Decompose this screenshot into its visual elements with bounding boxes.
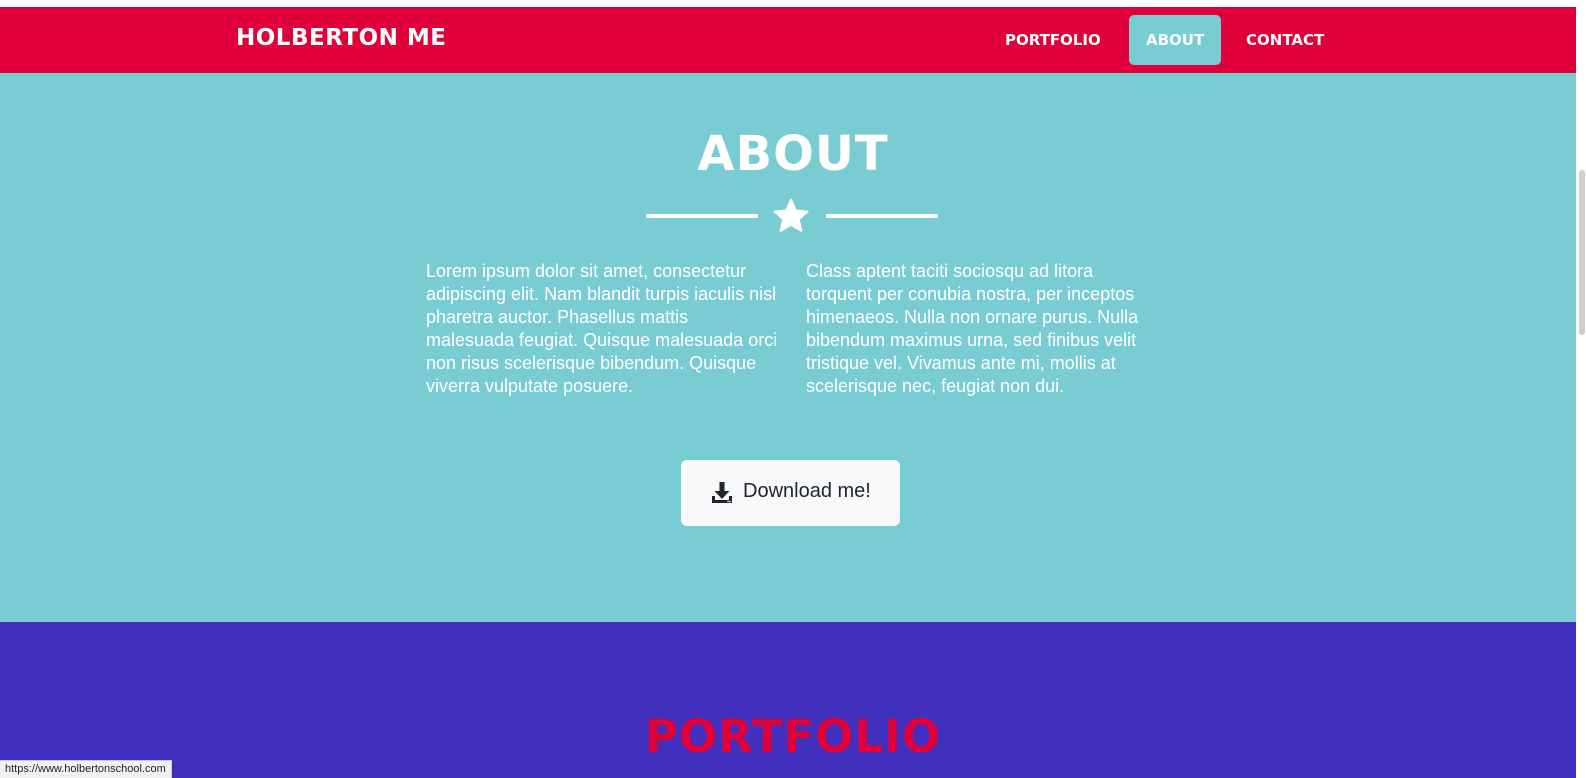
link-status-bar: https://www.holbertonschool.com	[0, 760, 172, 778]
browser-top-strip	[0, 0, 1586, 7]
nav-link-contact[interactable]: CONTACT	[1229, 15, 1341, 65]
download-button-label: Download me!	[743, 480, 871, 502]
portfolio-section: PORTFOLIO	[0, 622, 1586, 778]
page: HOLBERTON ME PORTFOLIO ABOUT CONTACT ABO…	[0, 0, 1586, 778]
scrollbar-track[interactable]	[1576, 0, 1586, 778]
download-button[interactable]: Download me!	[681, 460, 900, 526]
about-paragraph-right: Class aptent taciti sociosqu ad litora t…	[806, 261, 1139, 396]
nav-link-about[interactable]: ABOUT	[1129, 15, 1222, 65]
portfolio-heading: PORTFOLIO	[644, 710, 942, 763]
divider-line-right	[826, 214, 938, 218]
about-paragraph-left: Lorem ipsum dolor sit amet, consectetur …	[426, 261, 778, 396]
nav-link-portfolio[interactable]: PORTFOLIO	[988, 15, 1118, 65]
navbar: HOLBERTON ME PORTFOLIO ABOUT CONTACT	[0, 7, 1586, 73]
download-icon	[712, 482, 732, 503]
divider-line-left	[646, 214, 758, 218]
scrollbar-thumb[interactable]	[1579, 170, 1585, 335]
star-icon	[773, 198, 809, 232]
about-heading: ABOUT	[697, 126, 889, 182]
brand-logo[interactable]: HOLBERTON ME	[236, 25, 446, 51]
about-section: ABOUT Lorem ipsum dolor sit amet, consec…	[0, 73, 1586, 622]
